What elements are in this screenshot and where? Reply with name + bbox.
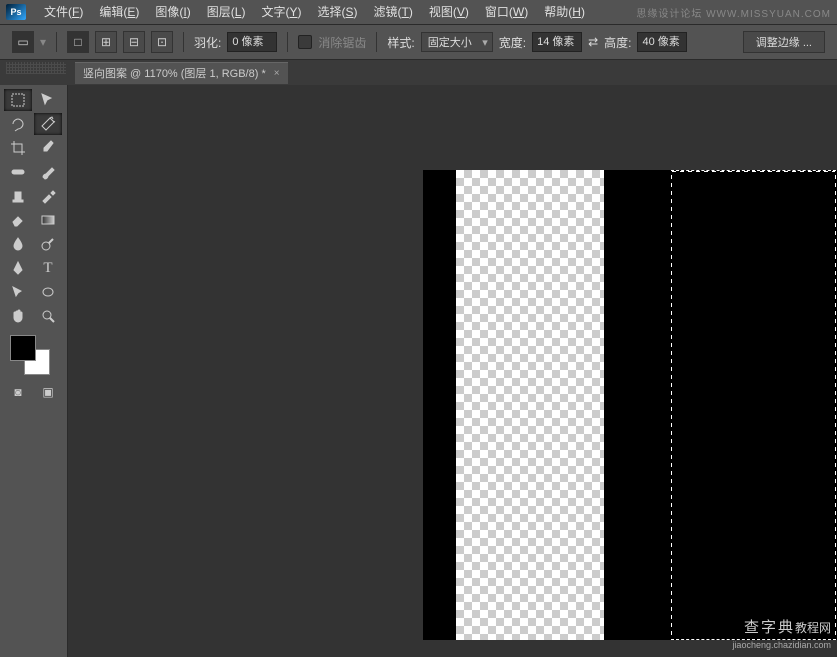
- foreground-color[interactable]: [10, 335, 36, 361]
- menu-window[interactable]: 窗口(W): [477, 2, 536, 22]
- swap-dimensions-icon[interactable]: ⇄: [588, 35, 598, 49]
- history-brush-tool-icon[interactable]: [34, 185, 62, 207]
- style-select[interactable]: 固定大小: [421, 32, 493, 52]
- add-selection-icon[interactable]: ⊞: [95, 31, 117, 53]
- hand-tool-icon[interactable]: [4, 305, 32, 327]
- intersect-selection-icon[interactable]: ⊡: [151, 31, 173, 53]
- transparent-region: [456, 170, 604, 640]
- zoom-tool-icon[interactable]: [34, 305, 62, 327]
- close-tab-icon[interactable]: ×: [274, 68, 280, 79]
- document-tab[interactable]: 竖向图案 @ 1170% (图层 1, RGB/8) * ×: [75, 62, 288, 84]
- refine-edge-button[interactable]: 调整边缘 ...: [743, 31, 825, 53]
- menu-type[interactable]: 文字(Y): [253, 2, 309, 22]
- document-canvas[interactable]: [423, 170, 837, 640]
- eraser-tool-icon[interactable]: [4, 209, 32, 231]
- quick-mask-icon[interactable]: ◙: [4, 383, 32, 401]
- style-label: 样式:: [387, 34, 414, 51]
- menu-edit[interactable]: 编辑(E): [91, 2, 147, 22]
- pen-tool-icon[interactable]: [4, 257, 32, 279]
- menu-image[interactable]: 图像(I): [147, 2, 198, 22]
- shape-tool-icon[interactable]: [34, 281, 62, 303]
- tab-grip[interactable]: [6, 62, 66, 74]
- canvas-area[interactable]: [68, 85, 837, 657]
- menu-layer[interactable]: 图层(L): [199, 2, 254, 22]
- toolbox: T ◙ ▣: [0, 85, 68, 657]
- healing-brush-tool-icon[interactable]: [4, 161, 32, 183]
- menu-view[interactable]: 视图(V): [421, 2, 477, 22]
- feather-label: 羽化:: [194, 34, 221, 51]
- menu-filter[interactable]: 滤镜(T): [366, 2, 421, 22]
- width-input[interactable]: 14 像素: [532, 32, 582, 52]
- screen-mode-icon[interactable]: ▣: [34, 383, 62, 401]
- type-tool-icon[interactable]: T: [34, 257, 62, 279]
- antialias-label: 消除锯齿: [318, 34, 366, 51]
- workspace: T ◙ ▣ 查字典教程网 jiaocheng.chazidian.com: [0, 85, 837, 657]
- tool-preset-icon[interactable]: ▭: [12, 31, 34, 53]
- menu-select[interactable]: 选择(S): [309, 2, 365, 22]
- blur-tool-icon[interactable]: [4, 233, 32, 255]
- menu-bar: Ps 文件(F) 编辑(E) 图像(I) 图层(L) 文字(Y) 选择(S) 滤…: [0, 0, 837, 25]
- document-tab-bar: 竖向图案 @ 1170% (图层 1, RGB/8) * ×: [0, 60, 837, 85]
- lasso-tool-icon[interactable]: [4, 113, 32, 135]
- marquee-tool-icon[interactable]: [4, 89, 32, 111]
- subtract-selection-icon[interactable]: ⊟: [123, 31, 145, 53]
- dodge-tool-icon[interactable]: [34, 233, 62, 255]
- color-swatches[interactable]: [10, 335, 50, 375]
- antialias-checkbox: [298, 35, 312, 49]
- crop-tool-icon[interactable]: [4, 137, 32, 159]
- document-tab-title: 竖向图案 @ 1170% (图层 1, RGB/8) *: [83, 65, 266, 81]
- height-input[interactable]: 40 像素: [637, 32, 687, 52]
- app-logo: Ps: [6, 4, 26, 20]
- height-label: 高度:: [604, 34, 631, 51]
- move-tool-icon[interactable]: [34, 89, 62, 111]
- eyedropper-tool-icon[interactable]: [34, 137, 62, 159]
- clone-stamp-tool-icon[interactable]: [4, 185, 32, 207]
- brush-tool-icon[interactable]: [34, 161, 62, 183]
- watermark-top: 思缘设计论坛 WWW.MISSYUAN.COM: [636, 5, 831, 20]
- width-label: 宽度:: [499, 34, 526, 51]
- new-selection-icon[interactable]: □: [67, 31, 89, 53]
- marquee-selection: [671, 170, 836, 640]
- menu-help[interactable]: 帮助(H): [536, 2, 593, 22]
- menu-file[interactable]: 文件(F): [36, 2, 91, 22]
- path-selection-tool-icon[interactable]: [4, 281, 32, 303]
- gradient-tool-icon[interactable]: [34, 209, 62, 231]
- options-bar: ▭ ▾ □ ⊞ ⊟ ⊡ 羽化: 0 像素 消除锯齿 样式: 固定大小 宽度: 1…: [0, 25, 837, 60]
- watermark-bottom: 查字典教程网 jiaocheng.chazidian.com: [732, 618, 831, 653]
- feather-input[interactable]: 0 像素: [227, 32, 277, 52]
- magic-wand-tool-icon[interactable]: [34, 113, 62, 135]
